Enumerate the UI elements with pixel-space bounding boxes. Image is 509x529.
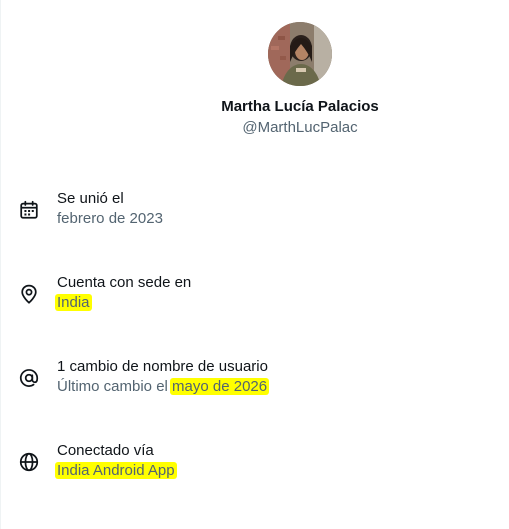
connected-via-text: Conectado vía India Android App bbox=[55, 441, 177, 481]
joined-text: Se unió el febrero de 2023 bbox=[57, 189, 163, 229]
username-changes-text: 1 cambio de nombre de usuario Último cam… bbox=[57, 357, 270, 397]
avatar[interactable] bbox=[268, 22, 332, 86]
at-sign-icon bbox=[18, 367, 40, 389]
location-pin-icon bbox=[18, 283, 40, 305]
profile-header: Martha Lucía Palacios @MarthLucPalac bbox=[170, 22, 430, 138]
username-changes-label: 1 cambio de nombre de usuario bbox=[57, 358, 268, 375]
about-row-joined: Se unió el febrero de 2023 bbox=[16, 189, 486, 231]
display-name: Martha Lucía Palacios bbox=[221, 98, 379, 115]
connected-via-app: India Android App bbox=[55, 462, 177, 479]
about-row-connected-via: Conectado vía India Android App bbox=[16, 441, 486, 483]
connected-via-label: Conectado vía bbox=[57, 442, 154, 459]
globe-icon bbox=[18, 451, 40, 473]
about-row-location: Cuenta con sede en India bbox=[16, 273, 486, 315]
location-label: Cuenta con sede en bbox=[57, 274, 192, 291]
panel-left-border bbox=[0, 0, 1, 529]
location-text: Cuenta con sede en India bbox=[55, 273, 192, 313]
username-handle: @MarthLucPalac bbox=[242, 119, 358, 136]
avatar-photo bbox=[268, 22, 332, 86]
username-last-change-prefix: Último cambio el bbox=[57, 378, 168, 395]
about-row-username-changes: 1 cambio de nombre de usuario Último cam… bbox=[16, 357, 486, 399]
joined-date: febrero de 2023 bbox=[57, 210, 163, 227]
username-last-change-date: mayo de 2026 bbox=[170, 378, 270, 395]
joined-label: Se unió el bbox=[57, 190, 124, 207]
calendar-icon bbox=[18, 199, 40, 221]
location-country: India bbox=[55, 294, 92, 311]
